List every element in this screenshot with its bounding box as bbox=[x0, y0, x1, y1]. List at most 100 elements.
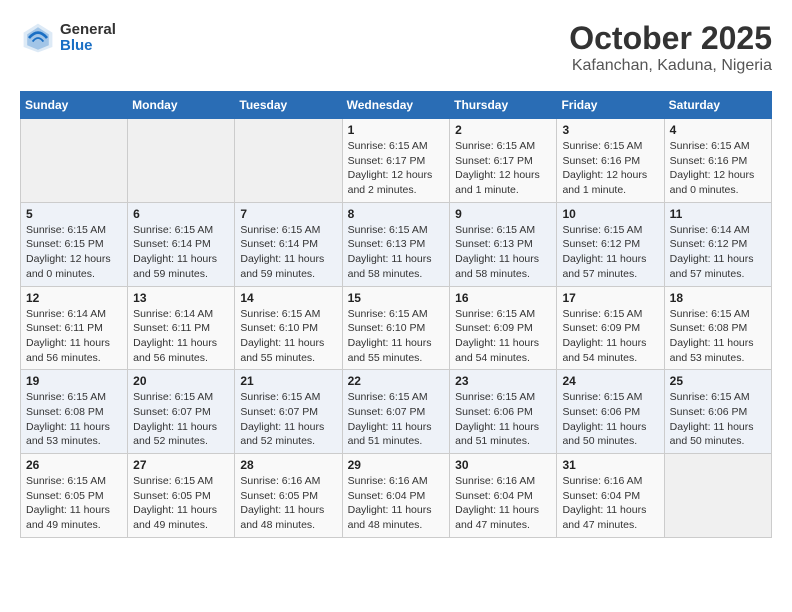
day-number: 17 bbox=[562, 291, 658, 305]
day-info: Sunrise: 6:15 AM Sunset: 6:07 PM Dayligh… bbox=[240, 390, 336, 449]
weekday-header: Saturday bbox=[664, 92, 771, 119]
day-info: Sunrise: 6:15 AM Sunset: 6:15 PM Dayligh… bbox=[26, 223, 122, 282]
calendar-cell: 3 Sunrise: 6:15 AM Sunset: 6:16 PM Daylig… bbox=[557, 119, 664, 203]
day-info: Sunrise: 6:15 AM Sunset: 6:10 PM Dayligh… bbox=[240, 307, 336, 366]
day-number: 20 bbox=[133, 374, 229, 388]
calendar-subtitle: Kafanchan, Kaduna, Nigeria bbox=[569, 57, 772, 75]
calendar-title: October 2025 bbox=[569, 20, 772, 57]
day-number: 1 bbox=[348, 123, 445, 137]
weekday-header: Monday bbox=[128, 92, 235, 119]
calendar-cell: 25 Sunrise: 6:15 AM Sunset: 6:06 PM Dayli… bbox=[664, 370, 771, 454]
day-info: Sunrise: 6:15 AM Sunset: 6:07 PM Dayligh… bbox=[133, 390, 229, 449]
calendar-cell: 10Sunrise: 6:15 AM Sunset: 6:12 PM Dayli… bbox=[557, 202, 664, 286]
day-number: 26 bbox=[26, 458, 122, 472]
day-info: Sunrise: 6:15 AM Sunset: 6:07 PM Dayligh… bbox=[348, 390, 445, 449]
day-number: 30 bbox=[455, 458, 551, 472]
calendar-cell: 29 Sunrise: 6:16 AM Sunset: 6:04 PM Dayli… bbox=[342, 454, 450, 538]
calendar-cell: 1 Sunrise: 6:15 AM Sunset: 6:17 PM Daylig… bbox=[342, 119, 450, 203]
calendar-cell: 24 Sunrise: 6:15 AM Sunset: 6:06 PM Dayli… bbox=[557, 370, 664, 454]
day-info: Sunrise: 6:16 AM Sunset: 6:05 PM Dayligh… bbox=[240, 474, 336, 533]
calendar-cell: 21 Sunrise: 6:15 AM Sunset: 6:07 PM Dayli… bbox=[235, 370, 342, 454]
day-number: 28 bbox=[240, 458, 336, 472]
calendar-cell: 4 Sunrise: 6:15 AM Sunset: 6:16 PM Daylig… bbox=[664, 119, 771, 203]
weekday-header: Tuesday bbox=[235, 92, 342, 119]
day-number: 27 bbox=[133, 458, 229, 472]
day-info: Sunrise: 6:15 AM Sunset: 6:14 PM Dayligh… bbox=[240, 223, 336, 282]
day-info: Sunrise: 6:15 AM Sunset: 6:14 PM Dayligh… bbox=[133, 223, 229, 282]
calendar-table: SundayMondayTuesdayWednesdayThursdayFrid… bbox=[20, 91, 772, 538]
day-info: Sunrise: 6:15 AM Sunset: 6:09 PM Dayligh… bbox=[562, 307, 658, 366]
calendar-cell: 20 Sunrise: 6:15 AM Sunset: 6:07 PM Dayli… bbox=[128, 370, 235, 454]
calendar-cell: 18Sunrise: 6:15 AM Sunset: 6:08 PM Dayli… bbox=[664, 286, 771, 370]
day-number: 18 bbox=[670, 291, 766, 305]
calendar-cell: 2 Sunrise: 6:15 AM Sunset: 6:17 PM Daylig… bbox=[450, 119, 557, 203]
day-info: Sunrise: 6:15 AM Sunset: 6:13 PM Dayligh… bbox=[455, 223, 551, 282]
day-number: 5 bbox=[26, 207, 122, 221]
day-info: Sunrise: 6:16 AM Sunset: 6:04 PM Dayligh… bbox=[562, 474, 658, 533]
calendar-cell bbox=[21, 119, 128, 203]
day-info: Sunrise: 6:15 AM Sunset: 6:16 PM Dayligh… bbox=[562, 139, 658, 198]
calendar-cell: 27 Sunrise: 6:15 AM Sunset: 6:05 PM Dayli… bbox=[128, 454, 235, 538]
calendar-cell: 8Sunrise: 6:15 AM Sunset: 6:13 PM Daylig… bbox=[342, 202, 450, 286]
title-block: October 2025 Kafanchan, Kaduna, Nigeria bbox=[569, 20, 772, 75]
day-info: Sunrise: 6:14 AM Sunset: 6:11 PM Dayligh… bbox=[26, 307, 122, 366]
day-info: Sunrise: 6:15 AM Sunset: 6:06 PM Dayligh… bbox=[670, 390, 766, 449]
day-number: 31 bbox=[562, 458, 658, 472]
day-info: Sunrise: 6:15 AM Sunset: 6:05 PM Dayligh… bbox=[26, 474, 122, 533]
day-info: Sunrise: 6:16 AM Sunset: 6:04 PM Dayligh… bbox=[348, 474, 445, 533]
logo-text: General Blue bbox=[60, 22, 116, 55]
day-info: Sunrise: 6:15 AM Sunset: 6:17 PM Dayligh… bbox=[348, 139, 445, 198]
calendar-cell: 11 Sunrise: 6:14 AM Sunset: 6:12 PM Dayli… bbox=[664, 202, 771, 286]
day-info: Sunrise: 6:15 AM Sunset: 6:16 PM Dayligh… bbox=[670, 139, 766, 198]
day-info: Sunrise: 6:14 AM Sunset: 6:11 PM Dayligh… bbox=[133, 307, 229, 366]
day-number: 3 bbox=[562, 123, 658, 137]
calendar-cell: 30 Sunrise: 6:16 AM Sunset: 6:04 PM Dayli… bbox=[450, 454, 557, 538]
day-number: 22 bbox=[348, 374, 445, 388]
logo-general: General bbox=[60, 22, 116, 39]
day-number: 19 bbox=[26, 374, 122, 388]
day-info: Sunrise: 6:15 AM Sunset: 6:12 PM Dayligh… bbox=[562, 223, 658, 282]
weekday-header: Friday bbox=[557, 92, 664, 119]
day-info: Sunrise: 6:15 AM Sunset: 6:08 PM Dayligh… bbox=[26, 390, 122, 449]
weekday-header: Wednesday bbox=[342, 92, 450, 119]
day-info: Sunrise: 6:16 AM Sunset: 6:04 PM Dayligh… bbox=[455, 474, 551, 533]
day-info: Sunrise: 6:15 AM Sunset: 6:17 PM Dayligh… bbox=[455, 139, 551, 198]
calendar-cell: 15Sunrise: 6:15 AM Sunset: 6:10 PM Dayli… bbox=[342, 286, 450, 370]
calendar-cell: 28 Sunrise: 6:16 AM Sunset: 6:05 PM Dayli… bbox=[235, 454, 342, 538]
day-info: Sunrise: 6:15 AM Sunset: 6:06 PM Dayligh… bbox=[562, 390, 658, 449]
calendar-cell bbox=[128, 119, 235, 203]
day-number: 21 bbox=[240, 374, 336, 388]
calendar-cell: 22 Sunrise: 6:15 AM Sunset: 6:07 PM Dayli… bbox=[342, 370, 450, 454]
calendar-week-row: 5 Sunrise: 6:15 AM Sunset: 6:15 PM Daylig… bbox=[21, 202, 772, 286]
calendar-cell: 9 Sunrise: 6:15 AM Sunset: 6:13 PM Daylig… bbox=[450, 202, 557, 286]
calendar-week-row: 12 Sunrise: 6:14 AM Sunset: 6:11 PM Dayli… bbox=[21, 286, 772, 370]
weekday-header-row: SundayMondayTuesdayWednesdayThursdayFrid… bbox=[21, 92, 772, 119]
logo-blue: Blue bbox=[60, 38, 116, 55]
calendar-cell: 16Sunrise: 6:15 AM Sunset: 6:09 PM Dayli… bbox=[450, 286, 557, 370]
calendar-cell: 23Sunrise: 6:15 AM Sunset: 6:06 PM Dayli… bbox=[450, 370, 557, 454]
calendar-cell: 7Sunrise: 6:15 AM Sunset: 6:14 PM Daylig… bbox=[235, 202, 342, 286]
day-info: Sunrise: 6:15 AM Sunset: 6:05 PM Dayligh… bbox=[133, 474, 229, 533]
calendar-cell: 17 Sunrise: 6:15 AM Sunset: 6:09 PM Dayli… bbox=[557, 286, 664, 370]
day-number: 29 bbox=[348, 458, 445, 472]
day-number: 24 bbox=[562, 374, 658, 388]
calendar-week-row: 19 Sunrise: 6:15 AM Sunset: 6:08 PM Dayli… bbox=[21, 370, 772, 454]
day-number: 14 bbox=[240, 291, 336, 305]
day-info: Sunrise: 6:14 AM Sunset: 6:12 PM Dayligh… bbox=[670, 223, 766, 282]
logo: General Blue bbox=[20, 20, 116, 56]
day-info: Sunrise: 6:15 AM Sunset: 6:13 PM Dayligh… bbox=[348, 223, 445, 282]
day-number: 9 bbox=[455, 207, 551, 221]
calendar-cell bbox=[235, 119, 342, 203]
calendar-week-row: 1 Sunrise: 6:15 AM Sunset: 6:17 PM Daylig… bbox=[21, 119, 772, 203]
day-number: 23 bbox=[455, 374, 551, 388]
weekday-header: Sunday bbox=[21, 92, 128, 119]
weekday-header: Thursday bbox=[450, 92, 557, 119]
calendar-cell: 26 Sunrise: 6:15 AM Sunset: 6:05 PM Dayli… bbox=[21, 454, 128, 538]
calendar-cell: 31 Sunrise: 6:16 AM Sunset: 6:04 PM Dayli… bbox=[557, 454, 664, 538]
day-number: 6 bbox=[133, 207, 229, 221]
day-number: 12 bbox=[26, 291, 122, 305]
day-number: 25 bbox=[670, 374, 766, 388]
day-number: 4 bbox=[670, 123, 766, 137]
day-number: 11 bbox=[670, 207, 766, 221]
day-number: 2 bbox=[455, 123, 551, 137]
